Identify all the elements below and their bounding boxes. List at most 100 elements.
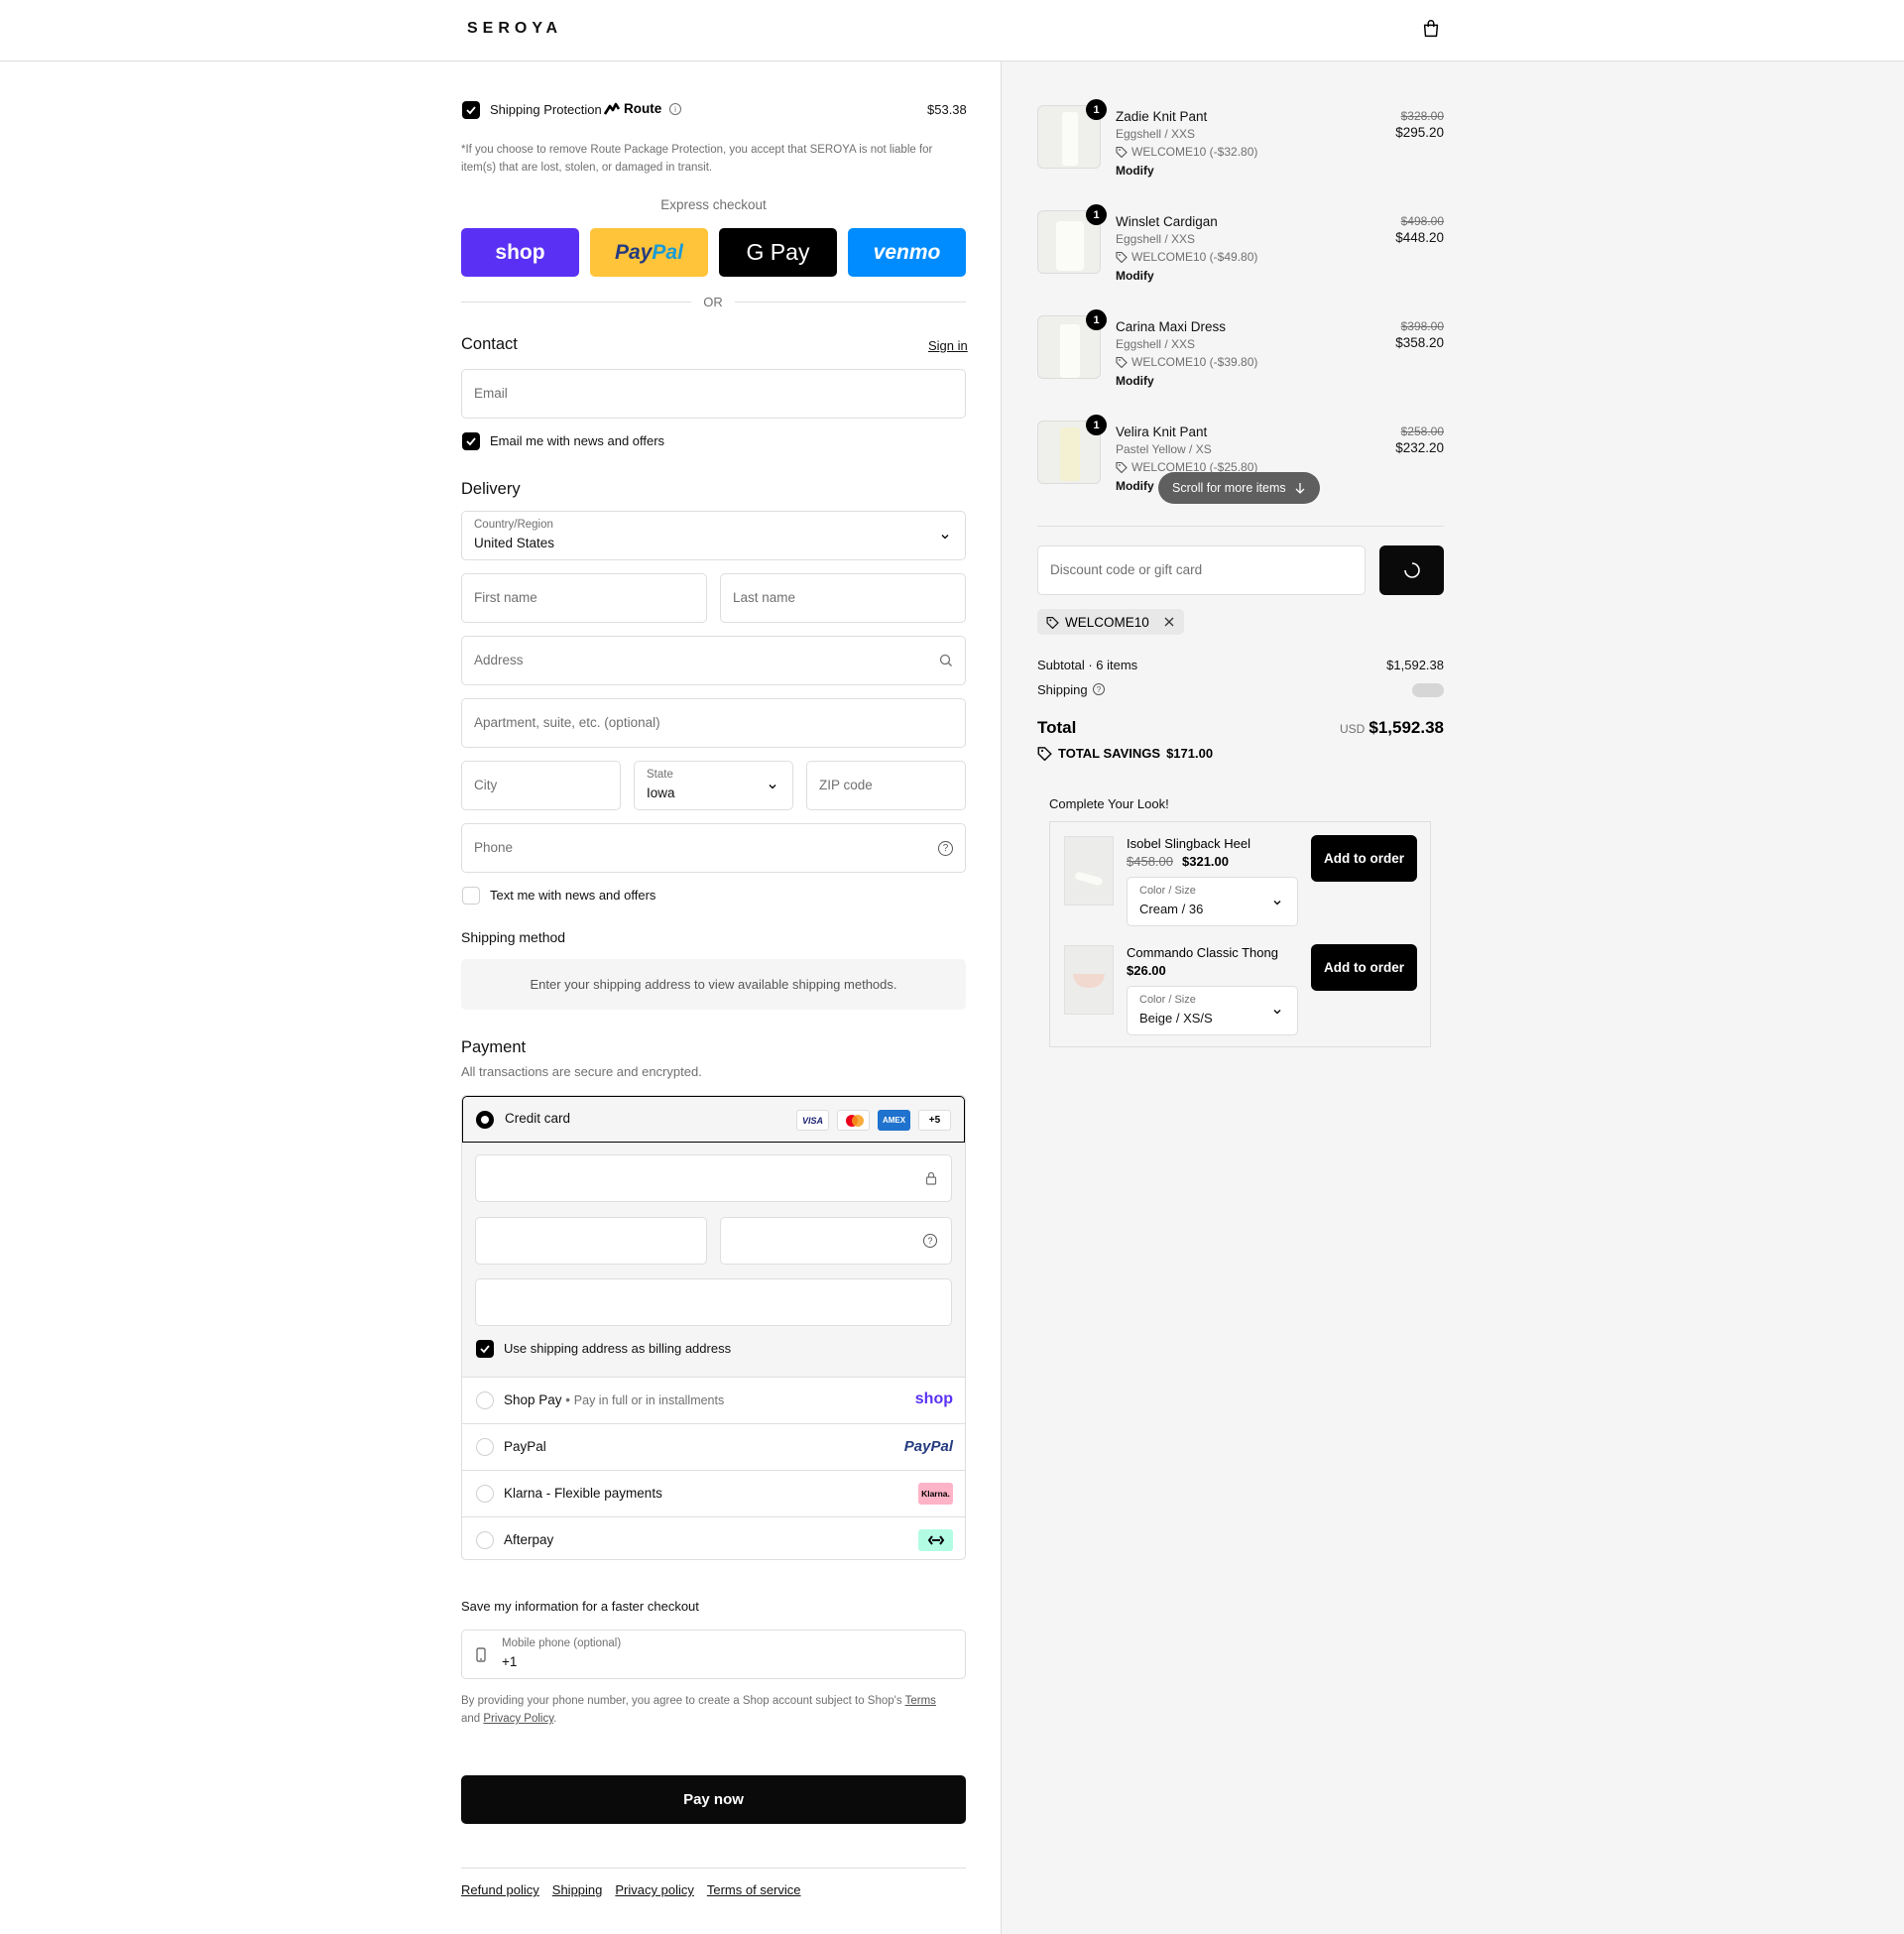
name-on-card-field[interactable]: [475, 1278, 952, 1326]
first-name-field[interactable]: First name: [461, 573, 707, 623]
payment-methods: Credit card VISA AMEX +5 ? Use shipping …: [461, 1095, 966, 1560]
payment-subtitle: All transactions are secure and encrypte…: [461, 1064, 702, 1079]
security-code-field[interactable]: ?: [720, 1217, 952, 1265]
shop-pay-option[interactable]: Shop Pay • Pay in full or in installment…: [462, 1377, 965, 1423]
help-icon[interactable]: ?: [923, 1234, 937, 1248]
state-select[interactable]: State Iowa: [634, 761, 793, 810]
modify-link[interactable]: Modify: [1116, 479, 1154, 493]
address-field[interactable]: Address: [461, 636, 966, 685]
klarna-option[interactable]: Klarna - Flexible payments Klarna.: [462, 1470, 965, 1516]
card-form: ? Use shipping address as billing addres…: [462, 1143, 965, 1377]
add-to-order-button[interactable]: Add to order: [1311, 944, 1417, 991]
footer-links: Refund policy Shipping Privacy policy Te…: [461, 1882, 801, 1897]
paypal-logo: PayPal: [903, 1438, 953, 1455]
city-field[interactable]: City: [461, 761, 621, 810]
contact-title: Contact: [461, 335, 518, 353]
help-icon[interactable]: ?: [1093, 683, 1105, 695]
mobile-phone-field[interactable]: Mobile phone (optional) +1: [461, 1630, 966, 1679]
shipping-protection-note: *If you choose to remove Route Package P…: [461, 144, 933, 174]
modify-link[interactable]: Modify: [1116, 164, 1154, 178]
terms-link[interactable]: Terms: [905, 1695, 936, 1707]
tag-icon: [1116, 251, 1128, 263]
email-field[interactable]: Email: [461, 369, 966, 419]
divider: [461, 1868, 966, 1869]
search-icon: [939, 654, 952, 666]
sign-in-link[interactable]: Sign in: [928, 338, 968, 353]
country-select[interactable]: Country/Region United States: [461, 511, 966, 560]
header: SEROYA: [0, 0, 1904, 61]
email-news-checkbox[interactable]: [462, 432, 480, 450]
expiration-field[interactable]: [475, 1217, 707, 1265]
help-icon[interactable]: ?: [938, 841, 953, 856]
privacy-link[interactable]: Privacy Policy: [483, 1713, 553, 1725]
shipping-method-message: Enter your shipping address to view avai…: [461, 959, 966, 1010]
last-name-field[interactable]: Last name: [720, 573, 966, 623]
venmo-express-button[interactable]: venmo: [848, 228, 966, 277]
upsell-item: Commando Classic Thong $26.00 Color / Si…: [1064, 941, 1443, 1050]
email-news-label: Email me with news and offers: [490, 433, 665, 448]
scroll-more-button[interactable]: Scroll for more items: [1158, 472, 1320, 504]
total-savings: TOTAL SAVINGS $171.00: [1037, 746, 1213, 761]
google-pay-express-button[interactable]: G Pay: [719, 228, 837, 277]
shipping-protection-checkbox[interactable]: [462, 101, 480, 119]
more-cards-badge: +5: [918, 1110, 951, 1131]
klarna-radio[interactable]: [476, 1485, 494, 1503]
quantity-badge: 1: [1086, 415, 1107, 435]
save-info-title: Save my information for a faster checkou…: [461, 1599, 699, 1614]
card-number-field[interactable]: [475, 1154, 952, 1202]
upsell-variant-select[interactable]: Color / Size Beige / XS/S: [1127, 986, 1298, 1035]
chevron-down-icon: [769, 785, 776, 789]
afterpay-radio[interactable]: [476, 1531, 494, 1549]
or-separator: OR: [703, 295, 723, 309]
loading-spinner-icon: [1403, 562, 1420, 578]
info-icon[interactable]: i: [669, 103, 681, 115]
shipping-loading-placeholder: [1412, 683, 1444, 697]
total-label: Total: [1037, 718, 1077, 737]
quantity-badge: 1: [1086, 204, 1107, 225]
paypal-radio[interactable]: [476, 1438, 494, 1456]
billing-checkbox[interactable]: [476, 1340, 494, 1358]
remove-discount-icon[interactable]: [1163, 616, 1175, 628]
modify-link[interactable]: Modify: [1116, 269, 1154, 283]
klarna-logo: Klarna.: [918, 1483, 953, 1505]
cart-icon[interactable]: [1420, 18, 1444, 42]
upsell-price: $321.00: [1182, 854, 1229, 869]
shipping-link[interactable]: Shipping: [552, 1882, 603, 1897]
save-info-legal: By providing your phone number, you agre…: [461, 1695, 936, 1725]
credit-card-option[interactable]: Credit card VISA AMEX +5: [462, 1096, 965, 1143]
afterpay-option[interactable]: Afterpay: [462, 1516, 965, 1559]
discount-code-field[interactable]: Discount code or gift card: [1037, 545, 1366, 595]
upsell-price: $26.00: [1127, 963, 1166, 978]
apartment-field[interactable]: Apartment, suite, etc. (optional): [461, 698, 966, 748]
add-to-order-button[interactable]: Add to order: [1311, 835, 1417, 882]
divider: [1037, 526, 1444, 527]
zip-field[interactable]: ZIP code: [806, 761, 966, 810]
privacy-policy-link[interactable]: Privacy policy: [615, 1882, 693, 1897]
line-item: 1 Carina Maxi Dress Eggshell / XXS WELCO…: [1037, 309, 1444, 405]
terms-of-service-link[interactable]: Terms of service: [707, 1882, 801, 1897]
pay-now-button[interactable]: Pay now: [461, 1775, 966, 1824]
text-news-checkbox[interactable]: [462, 887, 480, 905]
upsell-title: Complete Your Look!: [1049, 796, 1169, 811]
visa-icon: VISA: [796, 1110, 829, 1131]
tag-icon: [1116, 461, 1128, 473]
line-items: 1 Zadie Knit Pant Eggshell / XXS WELCOME…: [1037, 89, 1444, 526]
paypal-express-button[interactable]: PayPal: [590, 228, 708, 277]
upsell-variant-select[interactable]: Color / Size Cream / 36: [1127, 877, 1298, 926]
apply-discount-button[interactable]: [1379, 545, 1444, 595]
quantity-badge: 1: [1086, 309, 1107, 330]
paypal-option[interactable]: PayPal PayPal: [462, 1423, 965, 1470]
store-logo[interactable]: SEROYA: [467, 20, 562, 38]
line-item: 1 Winslet Cardigan Eggshell / XXS WELCOM…: [1037, 204, 1444, 300]
shop-pay-express-button[interactable]: shop: [461, 228, 579, 277]
phone-field[interactable]: Phone ?: [461, 823, 966, 873]
shop-pay-logo: shop: [914, 1390, 953, 1407]
modify-link[interactable]: Modify: [1116, 374, 1154, 388]
shipping-method-title: Shipping method: [461, 929, 566, 945]
shop-pay-radio[interactable]: [476, 1391, 494, 1409]
refund-policy-link[interactable]: Refund policy: [461, 1882, 539, 1897]
shipping-label: Shipping: [1037, 682, 1088, 697]
product-image: [1064, 945, 1114, 1015]
credit-card-radio[interactable]: [476, 1111, 494, 1129]
upsell-panel: Isobel Slingback Heel $458.00 $321.00 Co…: [1049, 821, 1431, 1047]
